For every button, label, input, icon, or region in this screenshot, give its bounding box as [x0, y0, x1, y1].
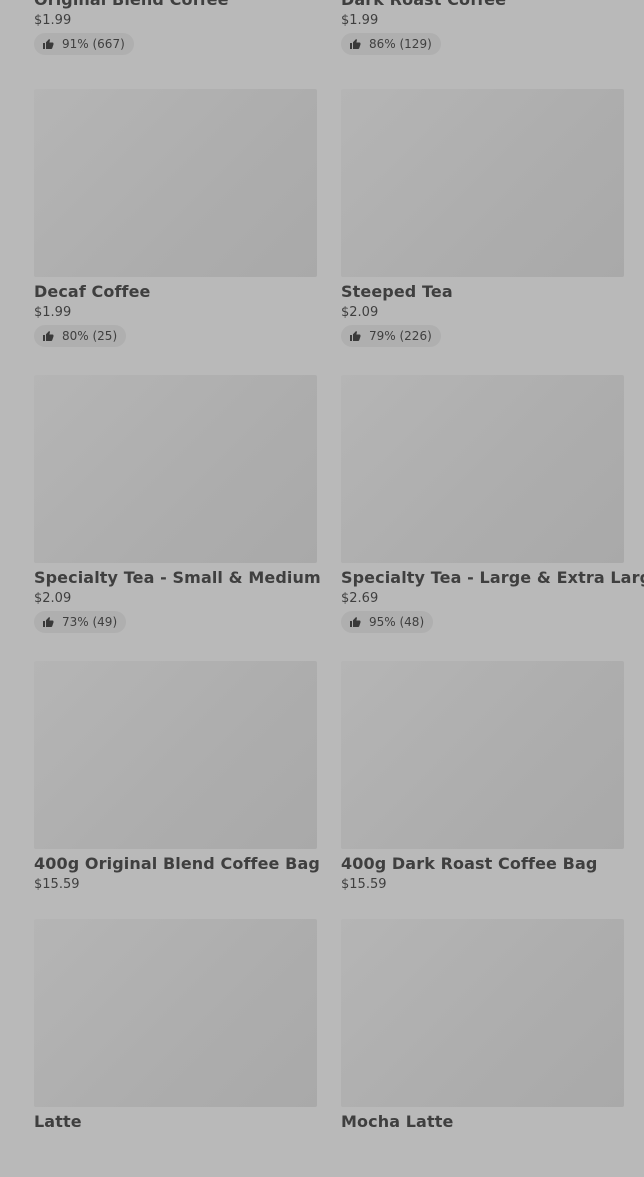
product-card[interactable]: Specialty Tea - Small & Medium $2.09 73%… — [34, 375, 321, 661]
product-image[interactable] — [34, 89, 317, 277]
product-price: $1.99 — [34, 13, 72, 28]
rating-text: 91% (667) — [62, 37, 125, 51]
product-name[interactable]: Original Blend Coffee — [34, 0, 317, 11]
product-price: $2.09 — [341, 305, 379, 320]
product-card[interactable]: Latte — [34, 919, 317, 1177]
product-name[interactable]: Latte — [34, 1111, 317, 1133]
product-price: $1.99 — [341, 13, 379, 28]
thumbs-up-icon — [350, 39, 361, 49]
product-image[interactable] — [341, 89, 624, 277]
product-price: $15.59 — [34, 877, 80, 892]
product-card[interactable]: Steeped Tea $2.09 79% (226) — [341, 89, 624, 375]
product-name[interactable]: 400g Dark Roast Coffee Bag — [341, 853, 624, 875]
product-grid: Original Blend Coffee $1.99 91% (667) Da… — [34, 0, 644, 1177]
product-name[interactable]: Specialty Tea - Small & Medium — [34, 567, 321, 589]
thumbs-up-icon — [350, 617, 361, 627]
product-image[interactable] — [34, 661, 317, 849]
product-name[interactable]: Mocha Latte — [341, 1111, 624, 1133]
thumbs-up-icon — [43, 39, 54, 49]
product-card[interactable]: 400g Dark Roast Coffee Bag $15.59 — [341, 661, 624, 919]
product-name[interactable]: Steeped Tea — [341, 281, 624, 303]
product-image[interactable] — [34, 375, 317, 563]
product-card[interactable]: Mocha Latte — [341, 919, 624, 1177]
product-image[interactable] — [34, 919, 317, 1107]
thumbs-up-icon — [43, 331, 54, 341]
product-name[interactable]: Dark Roast Coffee — [341, 0, 624, 11]
product-name[interactable]: 400g Original Blend Coffee Bag — [34, 853, 320, 875]
rating-badge: 73% (49) — [34, 611, 127, 633]
rating-badge: 79% (226) — [341, 325, 441, 347]
product-image[interactable] — [341, 375, 624, 563]
rating-text: 95% (48) — [369, 615, 425, 629]
rating-text: 73% (49) — [62, 615, 118, 629]
product-name[interactable]: Specialty Tea - Large & Extra Large — [341, 567, 644, 589]
product-card[interactable]: 400g Original Blend Coffee Bag $15.59 — [34, 661, 320, 919]
product-image[interactable] — [341, 661, 624, 849]
product-price: $2.69 — [341, 591, 379, 606]
rating-badge: 91% (667) — [34, 33, 134, 55]
thumbs-up-icon — [43, 617, 54, 627]
rating-badge: 80% (25) — [34, 325, 127, 347]
product-image[interactable] — [341, 919, 624, 1107]
product-price: $1.99 — [34, 305, 72, 320]
product-price: $15.59 — [341, 877, 387, 892]
rating-text: 86% (129) — [369, 37, 432, 51]
thumbs-up-icon — [350, 331, 361, 341]
product-card[interactable]: Original Blend Coffee $1.99 91% (667) — [34, 0, 317, 89]
rating-badge: 86% (129) — [341, 33, 441, 55]
rating-text: 80% (25) — [62, 329, 118, 343]
rating-text: 79% (226) — [369, 329, 432, 343]
product-price: $2.09 — [34, 591, 72, 606]
rating-badge: 95% (48) — [341, 611, 434, 633]
product-card[interactable]: Dark Roast Coffee $1.99 86% (129) — [341, 0, 624, 89]
product-card[interactable]: Specialty Tea - Large & Extra Large $2.6… — [341, 375, 644, 661]
product-card[interactable]: Decaf Coffee $1.99 80% (25) — [34, 89, 317, 375]
product-name[interactable]: Decaf Coffee — [34, 281, 317, 303]
